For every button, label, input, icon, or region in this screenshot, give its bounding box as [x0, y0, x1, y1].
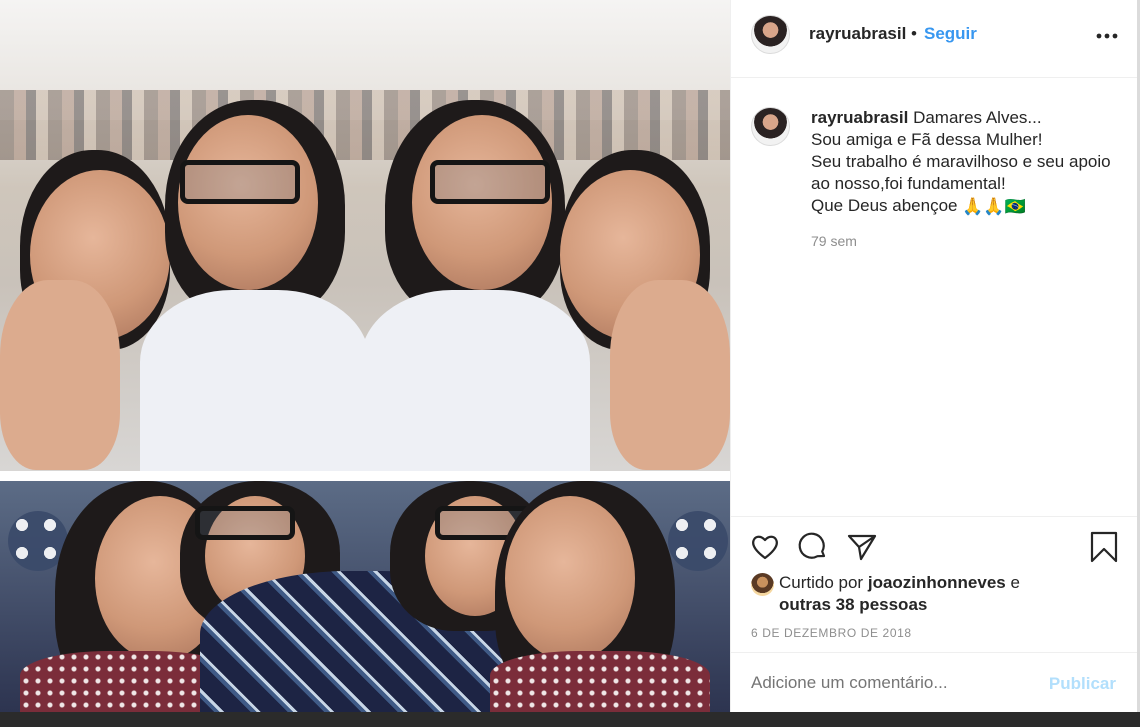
post-date[interactable]: 6 DE DEZEMBRO DE 2018 — [751, 626, 912, 640]
liker-avatar[interactable] — [751, 573, 774, 596]
post-photo-bottom — [0, 481, 730, 712]
author-username[interactable]: rayruabrasil — [809, 24, 906, 44]
likes-connector: e — [1010, 573, 1020, 592]
caption-text: rayruabrasil Damares Alves... Sou amiga … — [811, 107, 1129, 218]
post-header: rayruabrasil • Seguir — [731, 0, 1138, 78]
caption-username[interactable]: rayruabrasil — [811, 108, 908, 127]
caption-line-2: Sou amiga e Fã dessa Mulher! — [811, 130, 1043, 149]
liker-username[interactable]: joaozinhonneves — [868, 573, 1006, 592]
post-caption: rayruabrasil Damares Alves... Sou amiga … — [731, 78, 1138, 516]
header-separator: • — [911, 24, 917, 43]
follow-button[interactable]: Seguir — [924, 24, 977, 44]
comment-form: Publicar — [731, 652, 1138, 712]
likes-prefix: Curtido por — [779, 573, 864, 592]
likes-summary: Curtido por joaozinhonneves e outras 38 … — [779, 572, 1119, 616]
paper-plane-icon[interactable] — [846, 531, 878, 563]
more-options-icon[interactable] — [1096, 22, 1118, 45]
bookmark-icon[interactable] — [1088, 531, 1120, 563]
author-avatar[interactable] — [751, 15, 790, 54]
post-photo-top — [0, 0, 730, 471]
post-sidebar: rayruabrasil • Seguir rayruabrasil Damar… — [730, 0, 1138, 712]
caption-line-1: Damares Alves... — [913, 108, 1042, 127]
likes-others-link[interactable]: outras 38 pessoas — [779, 595, 927, 614]
caption-line-3: Seu trabalho é maravilhoso e seu apoio a… — [811, 152, 1111, 193]
publish-button[interactable]: Publicar — [1049, 674, 1116, 694]
comment-input[interactable] — [751, 673, 1031, 693]
post-actions: Curtido por joaozinhonneves e outras 38 … — [731, 516, 1138, 652]
caption-author-avatar[interactable] — [751, 107, 790, 146]
post-media[interactable] — [0, 0, 730, 712]
post-age[interactable]: 79 sem — [811, 233, 857, 249]
heart-icon[interactable] — [749, 531, 781, 563]
comment-icon[interactable] — [797, 531, 829, 563]
caption-emoji: 🙏🙏🇧🇷 — [962, 196, 1026, 216]
caption-line-4: Que Deus abençoe — [811, 196, 958, 215]
page-bottom-strip — [0, 712, 1140, 727]
